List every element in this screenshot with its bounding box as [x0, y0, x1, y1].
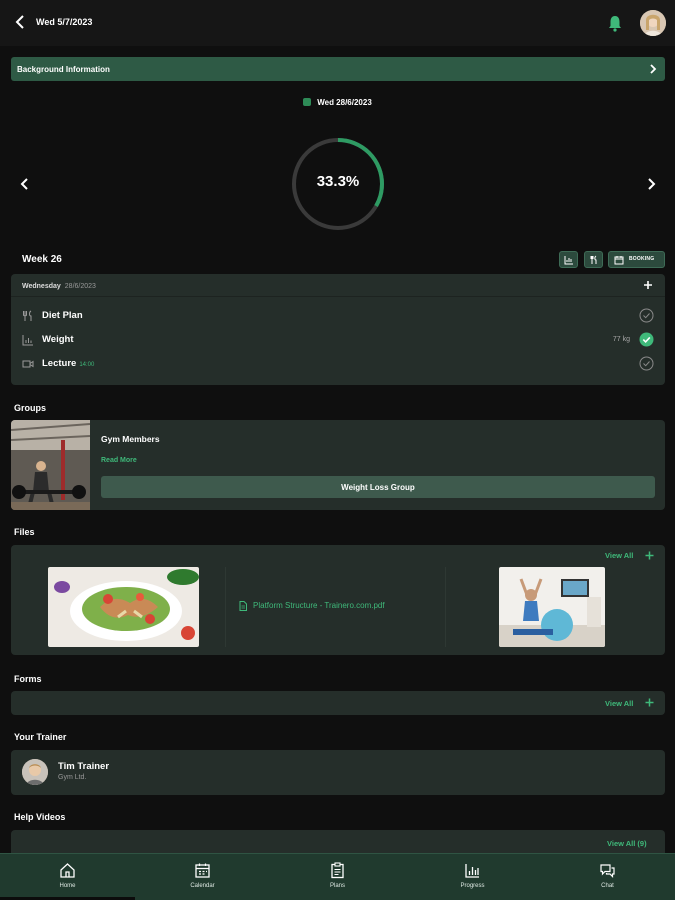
- read-more-link[interactable]: Read More: [101, 457, 137, 464]
- task-name-text: Lecture: [42, 358, 77, 369]
- day-date: 28/6/2023: [64, 283, 96, 290]
- chart-icon: [22, 335, 33, 346]
- nav-progress[interactable]: Progress: [405, 854, 540, 900]
- progress-date: Wed 28/6/2023: [0, 98, 675, 107]
- background-information-button[interactable]: Background Information: [11, 57, 665, 81]
- divider: [445, 567, 446, 647]
- week-title: Week 26: [22, 254, 62, 265]
- nav-calendar[interactable]: Calendar: [135, 854, 270, 900]
- divider: [11, 296, 665, 297]
- help-videos-title: Help Videos: [14, 812, 66, 822]
- group-name: Gym Members: [101, 434, 160, 444]
- nav-label: Home: [59, 883, 76, 889]
- bell-icon[interactable]: [607, 14, 623, 32]
- chevron-right-icon: [650, 64, 657, 74]
- chart-icon: [465, 864, 479, 878]
- salad-image[interactable]: [48, 567, 199, 647]
- trainer-avatar: [22, 759, 48, 785]
- check-circle-filled-icon[interactable]: [639, 332, 654, 347]
- task-name: Diet Plan: [42, 310, 83, 321]
- exercise-image[interactable]: [499, 567, 605, 647]
- background-information-label: Background Information: [17, 65, 110, 74]
- chart-icon: [564, 256, 573, 265]
- groups-title: Groups: [14, 403, 47, 413]
- nav-chat[interactable]: Chat: [540, 854, 675, 900]
- avatar[interactable]: [640, 10, 666, 36]
- files-title: Files: [14, 527, 35, 537]
- divider: [225, 567, 226, 647]
- add-icon[interactable]: [645, 698, 654, 707]
- trainer-title: Your Trainer: [14, 732, 67, 742]
- day-header: Wednesday 28/6/2023: [22, 283, 96, 290]
- utensils-icon: [590, 255, 597, 264]
- page-title: Wed 5/7/2023: [36, 17, 93, 27]
- forms-view-all-link[interactable]: View All: [605, 699, 633, 708]
- nav-label: Progress: [460, 883, 485, 889]
- date-dot-icon: [303, 98, 312, 106]
- progress-percent: 33.3%: [316, 173, 360, 190]
- nav-plans[interactable]: Plans: [270, 854, 405, 900]
- chart-button[interactable]: [559, 251, 578, 268]
- forms-card: View All: [11, 691, 665, 715]
- task-value: 77 kg: [612, 336, 630, 343]
- chat-icon: [600, 864, 615, 878]
- task-diet-plan[interactable]: Diet Plan: [22, 307, 654, 325]
- file-icon: [239, 601, 247, 611]
- previous-day-arrow-icon[interactable]: [18, 176, 32, 192]
- nav-label: Chat: [601, 883, 614, 889]
- calendar-icon: [614, 256, 624, 265]
- pdf-file-link[interactable]: Platform Structure - Trainero.com.pdf: [253, 601, 385, 610]
- calendar-icon: [195, 863, 210, 878]
- bottom-navigation: Home Calendar Plans Progress Chat: [0, 853, 675, 900]
- task-lecture[interactable]: Lecture 14:00: [22, 355, 654, 373]
- forms-title: Forms: [14, 674, 42, 684]
- task-name: Weight: [42, 334, 74, 345]
- booking-button[interactable]: BOOKING: [608, 251, 665, 268]
- add-icon[interactable]: [645, 551, 654, 560]
- day-card: Wednesday 28/6/2023 Diet Plan Weight 77 k…: [11, 274, 665, 385]
- help-videos-view-all-link[interactable]: View All (9): [607, 839, 647, 848]
- clipboard-icon: [331, 862, 344, 879]
- group-button-label: Weight Loss Group: [341, 483, 415, 492]
- trainer-card[interactable]: Tim Trainer Gym Ltd.: [11, 750, 665, 795]
- trainer-name: Tim Trainer: [58, 761, 110, 772]
- nav-home[interactable]: Home: [0, 854, 135, 900]
- files-card: View All Platform Structure - Trainero.c…: [11, 545, 665, 655]
- check-circle-icon[interactable]: [639, 308, 654, 323]
- top-bar: Wed 5/7/2023: [0, 0, 675, 46]
- video-icon: [22, 360, 34, 368]
- nav-label: Plans: [329, 883, 345, 889]
- booking-label: BOOKING: [629, 256, 655, 262]
- next-day-arrow-icon[interactable]: [644, 176, 658, 192]
- files-view-all-link[interactable]: View All: [605, 551, 633, 560]
- task-time: 14:00: [79, 362, 95, 368]
- task-name: Lecture 14:00: [42, 358, 94, 369]
- group-card[interactable]: Gym Members Read More Weight Loss Group: [11, 420, 665, 510]
- trainer-organization: Gym Ltd.: [58, 774, 87, 781]
- progress-date-label: Wed 28/6/2023: [317, 98, 372, 107]
- back-arrow-icon[interactable]: [12, 13, 30, 31]
- weight-loss-group-button[interactable]: Weight Loss Group: [101, 476, 655, 498]
- home-icon: [60, 863, 75, 878]
- gym-group-image: [11, 420, 90, 510]
- nav-label: Calendar: [190, 883, 215, 889]
- day-name: Wednesday: [22, 283, 61, 290]
- task-weight[interactable]: Weight 77 kg: [22, 331, 654, 349]
- check-circle-icon[interactable]: [639, 356, 654, 371]
- add-icon[interactable]: [643, 280, 653, 290]
- utensils-icon: [23, 310, 32, 321]
- diet-button[interactable]: [584, 251, 603, 268]
